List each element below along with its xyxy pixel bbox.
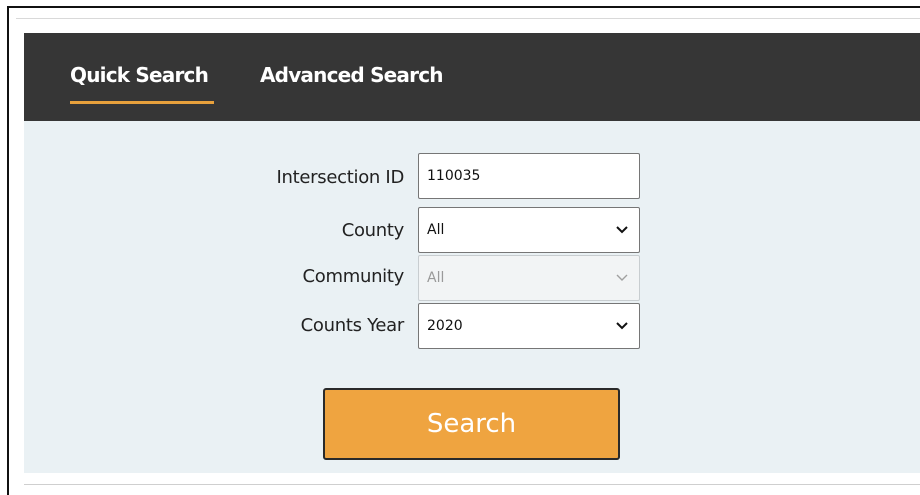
county-select[interactable]: All	[418, 207, 640, 253]
top-divider	[16, 18, 920, 19]
chevron-down-icon	[616, 322, 628, 330]
community-select[interactable]: All	[418, 255, 640, 301]
counts-year-select[interactable]: 2020	[418, 303, 640, 349]
counts-year-selected-value: 2020	[427, 318, 463, 334]
bottom-divider	[24, 484, 920, 485]
chevron-down-icon	[616, 226, 628, 234]
intersection-id-input[interactable]: 110035	[418, 153, 640, 199]
chevron-down-icon	[616, 274, 628, 281]
county-label: County	[341, 220, 405, 241]
community-label: Community	[302, 266, 405, 287]
search-tabbar: Quick Search Advanced Search	[24, 33, 920, 121]
tab-quick-search[interactable]: Quick Search	[70, 63, 209, 87]
active-tab-indicator	[70, 101, 214, 104]
intersection-id-label: Intersection ID	[276, 167, 405, 188]
intersection-id-value: 110035	[427, 168, 481, 184]
community-selected-value: All	[427, 270, 445, 286]
search-button[interactable]: Search	[323, 388, 620, 460]
county-selected-value: All	[427, 222, 445, 238]
counts-year-label: Counts Year	[300, 315, 405, 336]
search-panel: Quick Search Advanced Search Intersectio…	[24, 33, 920, 473]
tab-advanced-search[interactable]: Advanced Search	[260, 63, 444, 87]
